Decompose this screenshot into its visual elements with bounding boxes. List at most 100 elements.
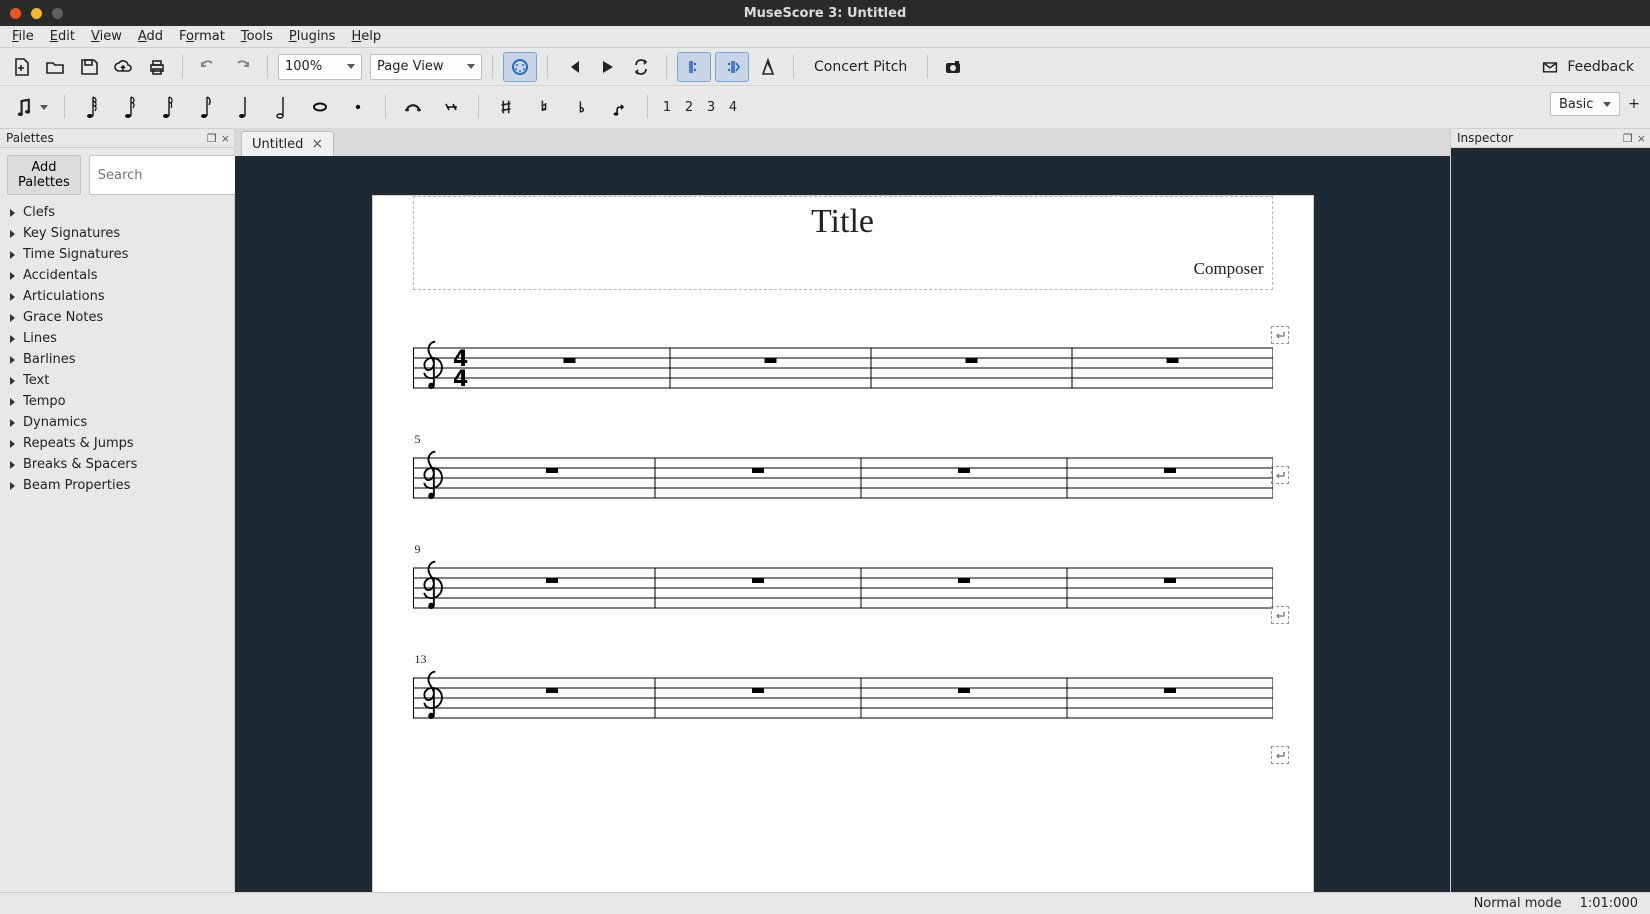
- staff[interactable]: 44: [413, 340, 1273, 396]
- flip-direction-button[interactable]: [603, 91, 637, 123]
- rewind-button[interactable]: [558, 53, 588, 81]
- undo-button[interactable]: [193, 53, 223, 81]
- close-tab-icon[interactable]: ×: [311, 136, 323, 152]
- menu-format[interactable]: Format: [171, 27, 233, 46]
- chevron-right-icon: [10, 377, 15, 385]
- staff-system[interactable]: 9: [413, 560, 1273, 620]
- add-palettes-button[interactable]: Add Palettes: [7, 155, 81, 195]
- play-button[interactable]: [592, 53, 622, 81]
- flat-button[interactable]: [565, 91, 599, 123]
- palettes-header: Palettes ❐×: [0, 128, 234, 148]
- zoom-combo[interactable]: 100%: [278, 54, 362, 80]
- statusbar: Normal mode 1:01:000: [0, 892, 1650, 914]
- menu-edit[interactable]: Edit: [42, 27, 83, 46]
- play-repeats-toggle[interactable]: [677, 52, 711, 82]
- staff-system[interactable]: 13: [413, 670, 1273, 730]
- palette-item[interactable]: Time Signatures: [0, 244, 234, 265]
- loop-button[interactable]: [626, 53, 656, 81]
- redo-button[interactable]: [227, 53, 257, 81]
- chevron-right-icon: [10, 440, 15, 448]
- add-workspace-button[interactable]: +: [1626, 96, 1642, 112]
- midi-input-toggle[interactable]: [503, 52, 537, 82]
- feedback-button[interactable]: Feedback: [1529, 59, 1644, 75]
- palette-item[interactable]: Clefs: [0, 202, 234, 223]
- palette-item[interactable]: Breaks & Spacers: [0, 454, 234, 475]
- duration-dot-button[interactable]: [341, 91, 375, 123]
- palette-item[interactable]: Key Signatures: [0, 223, 234, 244]
- inspector-panel: Inspector ❐×: [1450, 128, 1650, 892]
- concert-pitch-toggle[interactable]: Concert Pitch: [804, 59, 917, 75]
- system-break-marker[interactable]: [1271, 326, 1289, 344]
- inspector-header: Inspector ❐×: [1451, 128, 1650, 148]
- save-button[interactable]: [74, 53, 104, 81]
- palette-item[interactable]: Barlines: [0, 349, 234, 370]
- inspector-undock-icon[interactable]: ❐: [1623, 132, 1633, 145]
- palette-item[interactable]: Lines: [0, 328, 234, 349]
- save-online-button[interactable]: [108, 53, 138, 81]
- palette-item[interactable]: Accidentals: [0, 265, 234, 286]
- palette-item[interactable]: Tempo: [0, 391, 234, 412]
- voice-3-button[interactable]: 3: [702, 100, 720, 115]
- open-button[interactable]: [40, 53, 70, 81]
- score-viewport[interactable]: Title Composer 44 5 9 13: [235, 156, 1450, 892]
- duration-half-button[interactable]: [265, 91, 299, 123]
- palette-item[interactable]: Repeats & Jumps: [0, 433, 234, 454]
- duration-quarter-button[interactable]: [227, 91, 261, 123]
- palettes-panel: Palettes ❐× Add Palettes ClefsKey Signat…: [0, 128, 235, 892]
- palette-item[interactable]: Beam Properties: [0, 475, 234, 496]
- title-frame[interactable]: Title Composer: [413, 196, 1273, 290]
- note-input-toolbar: 1 2 3 4 Basic +: [0, 86, 1650, 128]
- palette-item[interactable]: Articulations: [0, 286, 234, 307]
- duration-32nd-button[interactable]: [113, 91, 147, 123]
- duration-whole-button[interactable]: [303, 91, 337, 123]
- new-score-button[interactable]: [6, 53, 36, 81]
- slur-button[interactable]: [434, 91, 468, 123]
- menu-view[interactable]: View: [83, 27, 130, 46]
- system-break-marker[interactable]: [1271, 466, 1289, 484]
- chevron-right-icon: [10, 251, 15, 259]
- duration-8th-button[interactable]: [189, 91, 223, 123]
- palettes-close-icon[interactable]: ×: [221, 132, 230, 145]
- menu-tools[interactable]: Tools: [233, 27, 281, 46]
- chevron-right-icon: [10, 398, 15, 406]
- system-break-marker[interactable]: [1271, 746, 1289, 764]
- screenshot-button[interactable]: [938, 53, 968, 81]
- voice-2-button[interactable]: 2: [680, 100, 698, 115]
- note-input-mode-button[interactable]: [6, 91, 54, 123]
- view-mode-combo[interactable]: Page View: [370, 54, 482, 80]
- menu-help[interactable]: Help: [343, 27, 389, 46]
- tie-button[interactable]: [396, 91, 430, 123]
- palette-item[interactable]: Dynamics: [0, 412, 234, 433]
- palettes-list: ClefsKey SignaturesTime SignaturesAccide…: [0, 202, 234, 892]
- duration-64th-button[interactable]: [75, 91, 109, 123]
- voice-1-button[interactable]: 1: [658, 100, 676, 115]
- score-composer-text[interactable]: Composer: [422, 259, 1264, 279]
- duration-16th-button[interactable]: [151, 91, 185, 123]
- staff-system[interactable]: 44: [413, 340, 1273, 400]
- menu-plugins[interactable]: Plugins: [281, 27, 344, 46]
- score-title-text[interactable]: Title: [422, 203, 1264, 241]
- measure-number: 9: [415, 542, 421, 557]
- staff-system[interactable]: 5: [413, 450, 1273, 510]
- palette-item[interactable]: Text: [0, 370, 234, 391]
- inspector-close-icon[interactable]: ×: [1637, 132, 1646, 145]
- metronome-button[interactable]: [753, 53, 783, 81]
- staff[interactable]: [413, 670, 1273, 726]
- print-button[interactable]: [142, 53, 172, 81]
- menu-file[interactable]: File: [4, 27, 42, 46]
- staff[interactable]: [413, 560, 1273, 616]
- score-tab[interactable]: Untitled ×: [241, 131, 334, 156]
- workspace-combo[interactable]: Basic: [1550, 92, 1620, 116]
- system-break-marker[interactable]: [1271, 606, 1289, 624]
- voice-4-button[interactable]: 4: [724, 100, 742, 115]
- palettes-undock-icon[interactable]: ❐: [207, 132, 217, 145]
- zoom-value: 100%: [285, 59, 322, 74]
- palette-item[interactable]: Grace Notes: [0, 307, 234, 328]
- sharp-button[interactable]: [489, 91, 523, 123]
- natural-button[interactable]: [527, 91, 561, 123]
- pan-playback-toggle[interactable]: [715, 52, 749, 82]
- chevron-right-icon: [10, 419, 15, 427]
- staff[interactable]: [413, 450, 1273, 506]
- score-page[interactable]: Title Composer 44 5 9 13: [373, 196, 1313, 892]
- menu-add[interactable]: Add: [130, 27, 171, 46]
